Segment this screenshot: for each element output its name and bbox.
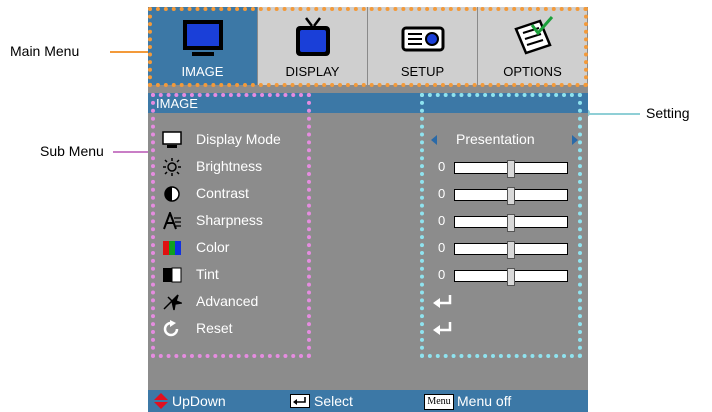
setting-callout-line [586,113,640,115]
select-key-icon [290,394,310,408]
main-menu-callout: Main Menu [10,43,80,59]
sub-menu-callout-line [113,151,153,153]
menu-off-hint: Menu off [457,393,512,409]
setting-callout: Setting [646,105,690,121]
sub-menu-callout: Sub Menu [40,143,104,159]
select-hint: Select [314,393,353,409]
main-menu-callout-line [110,51,150,53]
setting-highlight [420,93,582,358]
updown-hint: UpDown [172,393,226,409]
updown-icon [154,393,168,409]
sub-menu-highlight [151,93,311,358]
menu-key-icon: Menu [424,394,454,410]
osd-menu: IMAGE DISPLAY SETUP OPTIONS IMAGE Displa… [148,7,588,412]
status-bar: UpDown Select Menu Menu off [148,390,588,412]
main-menu-highlight [148,7,588,87]
